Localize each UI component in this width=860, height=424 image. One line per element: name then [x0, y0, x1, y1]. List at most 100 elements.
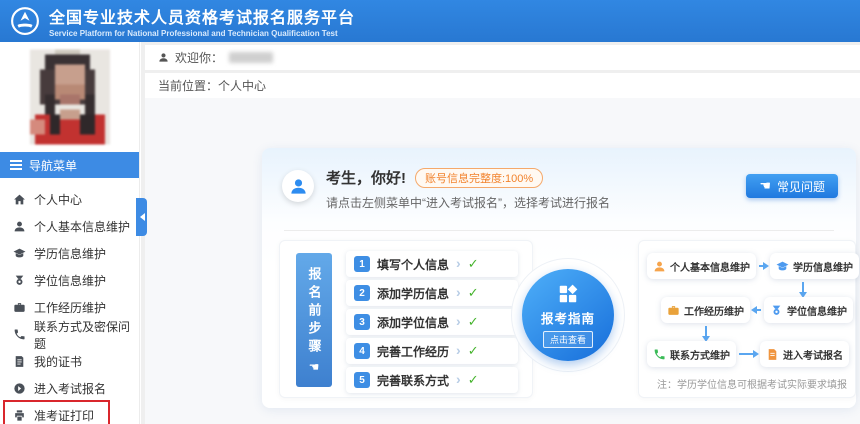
greeting-text: 考生，你好!	[326, 167, 406, 188]
divider	[284, 230, 834, 231]
briefcase-icon	[13, 301, 26, 314]
flow-node-degree-info[interactable]: 学位信息维护	[764, 297, 853, 323]
main-area: 欢迎你： 当前位置：个人中心 考生，你好! 账号信息完整度:100% 请点击左侧…	[141, 42, 860, 424]
page-subtitle: Service Platform for National Profession…	[49, 29, 355, 38]
flow-node-contact-info[interactable]: 联系方式维护	[647, 341, 736, 367]
sidebar-item-personal-center[interactable]: 个人中心	[0, 186, 139, 213]
platform-logo-icon	[10, 6, 40, 36]
file-icon	[766, 348, 779, 361]
sidebar-item-degree-info[interactable]: 学位信息维护	[0, 267, 139, 294]
print-icon	[13, 409, 26, 422]
step-label: 填写个人信息	[377, 256, 449, 273]
registration-flow-panel: 个人基本信息维护 学历信息维护 工作经历维护	[638, 240, 856, 398]
flow-node-label: 学历信息维护	[793, 259, 853, 274]
step-complete-check-icon	[468, 284, 479, 302]
pointing-hand-icon	[309, 357, 320, 374]
flow-node-label: 工作经历维护	[684, 303, 744, 318]
arrow-right	[738, 353, 758, 355]
flow-node-label: 学位信息维护	[787, 303, 847, 318]
sidebar-item-label: 学历信息维护	[34, 245, 106, 262]
step-add-degree-info[interactable]: 3 添加学位信息	[346, 309, 518, 335]
phone-icon	[653, 348, 666, 361]
sidebar-item-contact-security[interactable]: 联系方式及密保问题	[0, 321, 139, 348]
nav-menu-header: 导航菜单	[0, 152, 139, 178]
steps-list: 1 填写个人信息 2 添加学历信息 3 添加学位信息	[346, 251, 518, 393]
flow-node-work-experience[interactable]: 工作经历维护	[661, 297, 750, 323]
step-number: 1	[354, 256, 370, 272]
step-complete-check-icon	[468, 371, 479, 389]
pre-registration-steps-panel: 报名前步骤 1 填写个人信息 2 添加学历信息	[279, 240, 533, 398]
sidebar-item-basic-info[interactable]: 个人基本信息维护	[0, 213, 139, 240]
sidebar-item-label: 联系方式及密保问题	[34, 318, 139, 352]
nav-menu-header-label: 导航菜单	[29, 157, 77, 174]
guide-click-badge: 点击查看	[543, 331, 593, 348]
arrow-right	[758, 265, 768, 267]
sidebar-item-label: 准考证打印	[34, 407, 94, 424]
graduation-cap-icon	[13, 247, 26, 260]
user-icon	[289, 177, 308, 196]
step-number: 5	[354, 372, 370, 388]
breadcrumb-label: 当前位置：个人中心	[158, 77, 266, 94]
faq-button-label: 常见问题	[777, 178, 825, 195]
user-icon	[158, 52, 169, 63]
arrow-left	[752, 309, 762, 311]
content-area: 考生，你好! 账号信息完整度:100% 请点击左侧菜单中“进入考试报名”，选择考…	[145, 98, 860, 424]
breadcrumb: 当前位置：个人中心	[145, 73, 860, 98]
step-add-education-info[interactable]: 2 添加学历信息	[346, 280, 518, 306]
step-label: 完善联系方式	[377, 372, 449, 389]
sidebar-item-label: 工作经历维护	[34, 299, 106, 316]
apps-grid-icon	[557, 283, 579, 305]
flow-node-basic-info[interactable]: 个人基本信息维护	[647, 253, 756, 279]
welcome-label: 欢迎你：	[175, 49, 223, 66]
chevron-right-icon	[456, 255, 461, 273]
chevron-left-icon	[136, 213, 145, 221]
profile-photo	[0, 42, 139, 152]
step-complete-check-icon	[468, 342, 479, 360]
degree-medal-icon	[13, 274, 26, 287]
home-icon	[13, 193, 26, 206]
hamburger-icon	[10, 164, 22, 166]
steps-banner[interactable]: 报名前步骤	[296, 253, 332, 387]
arrow-down	[802, 282, 804, 293]
sidebar-item-education-info[interactable]: 学历信息维护	[0, 240, 139, 267]
flow-node-label: 联系方式维护	[670, 347, 730, 362]
sidebar-item-label: 我的证书	[34, 353, 82, 370]
briefcase-icon	[667, 304, 680, 317]
personal-center-card: 考生，你好! 账号信息完整度:100% 请点击左侧菜单中“进入考试报名”，选择考…	[262, 148, 856, 408]
guide-ring: 报考指南 点击查看	[511, 258, 625, 372]
user-icon	[13, 220, 26, 233]
chevron-right-icon	[456, 313, 461, 331]
sidebar-item-admission-ticket-print[interactable]: 准考证打印	[0, 402, 139, 424]
app-header: 全国专业技术人员资格考试报名服务平台 Service Platform for …	[0, 0, 860, 42]
flow-node-label: 个人基本信息维护	[670, 259, 750, 274]
sidebar-collapse-tab[interactable]	[136, 198, 147, 236]
step-label: 添加学位信息	[377, 314, 449, 331]
flow-node-enter-registration[interactable]: 进入考试报名	[760, 341, 849, 367]
chevron-right-icon	[456, 342, 461, 360]
step-complete-work-experience[interactable]: 4 完善工作经历	[346, 338, 518, 364]
guide-title: 报考指南	[541, 308, 595, 327]
enter-arrow-icon	[13, 382, 26, 395]
chevron-right-icon	[456, 371, 461, 389]
welcome-bar: 欢迎你：	[145, 45, 860, 70]
step-complete-check-icon	[468, 313, 479, 331]
step-number: 4	[354, 343, 370, 359]
registration-guide-button[interactable]: 报考指南 点击查看	[522, 269, 614, 361]
step-fill-personal-info[interactable]: 1 填写个人信息	[346, 251, 518, 277]
instruction-text: 请点击左侧菜单中“进入考试报名”，选择考试进行报名	[326, 194, 610, 211]
flow-note: 注：学历学位信息可根据考试实际要求填报	[657, 376, 847, 391]
sidebar-item-my-certificates[interactable]: 我的证书	[0, 348, 139, 375]
sidebar: 导航菜单 个人中心 个人基本信息维护 学历信息维护 学位信息维护 工作经历维护 …	[0, 42, 140, 424]
step-label: 添加学历信息	[377, 285, 449, 302]
degree-medal-icon	[770, 304, 783, 317]
steps-banner-label: 报名前步骤	[305, 267, 324, 357]
graduation-cap-icon	[776, 260, 789, 273]
step-complete-contact-info[interactable]: 5 完善联系方式	[346, 367, 518, 393]
faq-button[interactable]: 常见问题	[746, 174, 838, 198]
pointing-hand-icon	[759, 178, 771, 194]
avatar	[282, 170, 314, 202]
flow-node-education-info[interactable]: 学历信息维护	[770, 253, 859, 279]
step-number: 2	[354, 285, 370, 301]
sidebar-item-enter-registration[interactable]: 进入考试报名	[0, 375, 139, 402]
step-label: 完善工作经历	[377, 343, 449, 360]
